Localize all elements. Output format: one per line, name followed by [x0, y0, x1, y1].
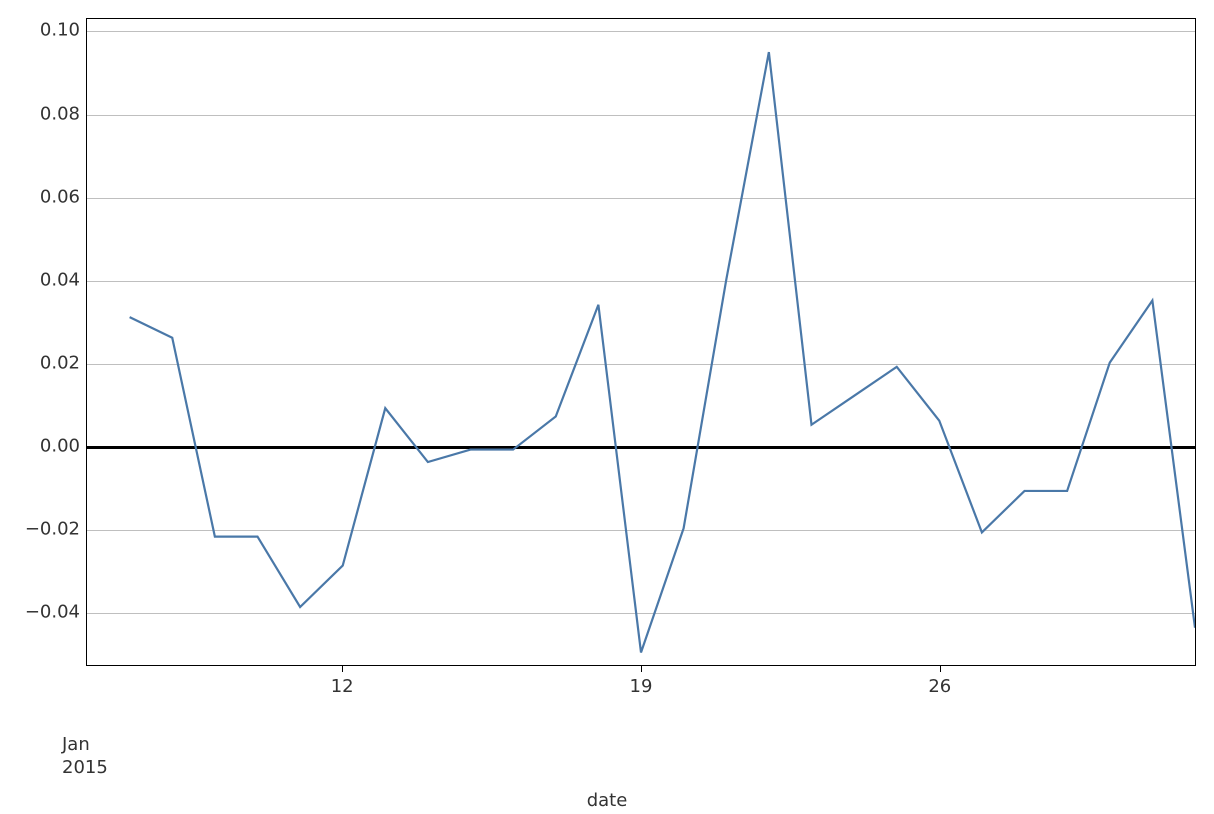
- y-tick-label: 0.06: [10, 186, 80, 207]
- x-axis-month-label: Jan 2015: [62, 734, 108, 779]
- x-tick-label: 19: [630, 676, 653, 697]
- y-tick-label: 0.08: [10, 103, 80, 124]
- x-tick: [641, 666, 642, 672]
- x-axis-label: date: [0, 790, 1214, 811]
- y-tick-label: 0.02: [10, 352, 80, 373]
- x-tick-label: 26: [928, 676, 951, 697]
- x-tick: [940, 666, 941, 672]
- plot-area: [86, 18, 1196, 666]
- y-tick-label: 0.00: [10, 435, 80, 456]
- line-series: [87, 19, 1195, 665]
- chart-container: −0.04 −0.02 0.00 0.02 0.04 0.06 0.08 0.1…: [0, 0, 1214, 814]
- y-tick-label: 0.04: [10, 269, 80, 290]
- month-line-1: Jan: [62, 734, 90, 755]
- data-polyline: [130, 52, 1195, 652]
- y-tick-label: −0.02: [10, 518, 80, 539]
- month-line-2: 2015: [62, 757, 108, 778]
- x-tick: [342, 666, 343, 672]
- y-tick-label: 0.10: [10, 20, 80, 41]
- x-tick-label: 12: [331, 676, 354, 697]
- y-tick-label: −0.04: [10, 601, 80, 622]
